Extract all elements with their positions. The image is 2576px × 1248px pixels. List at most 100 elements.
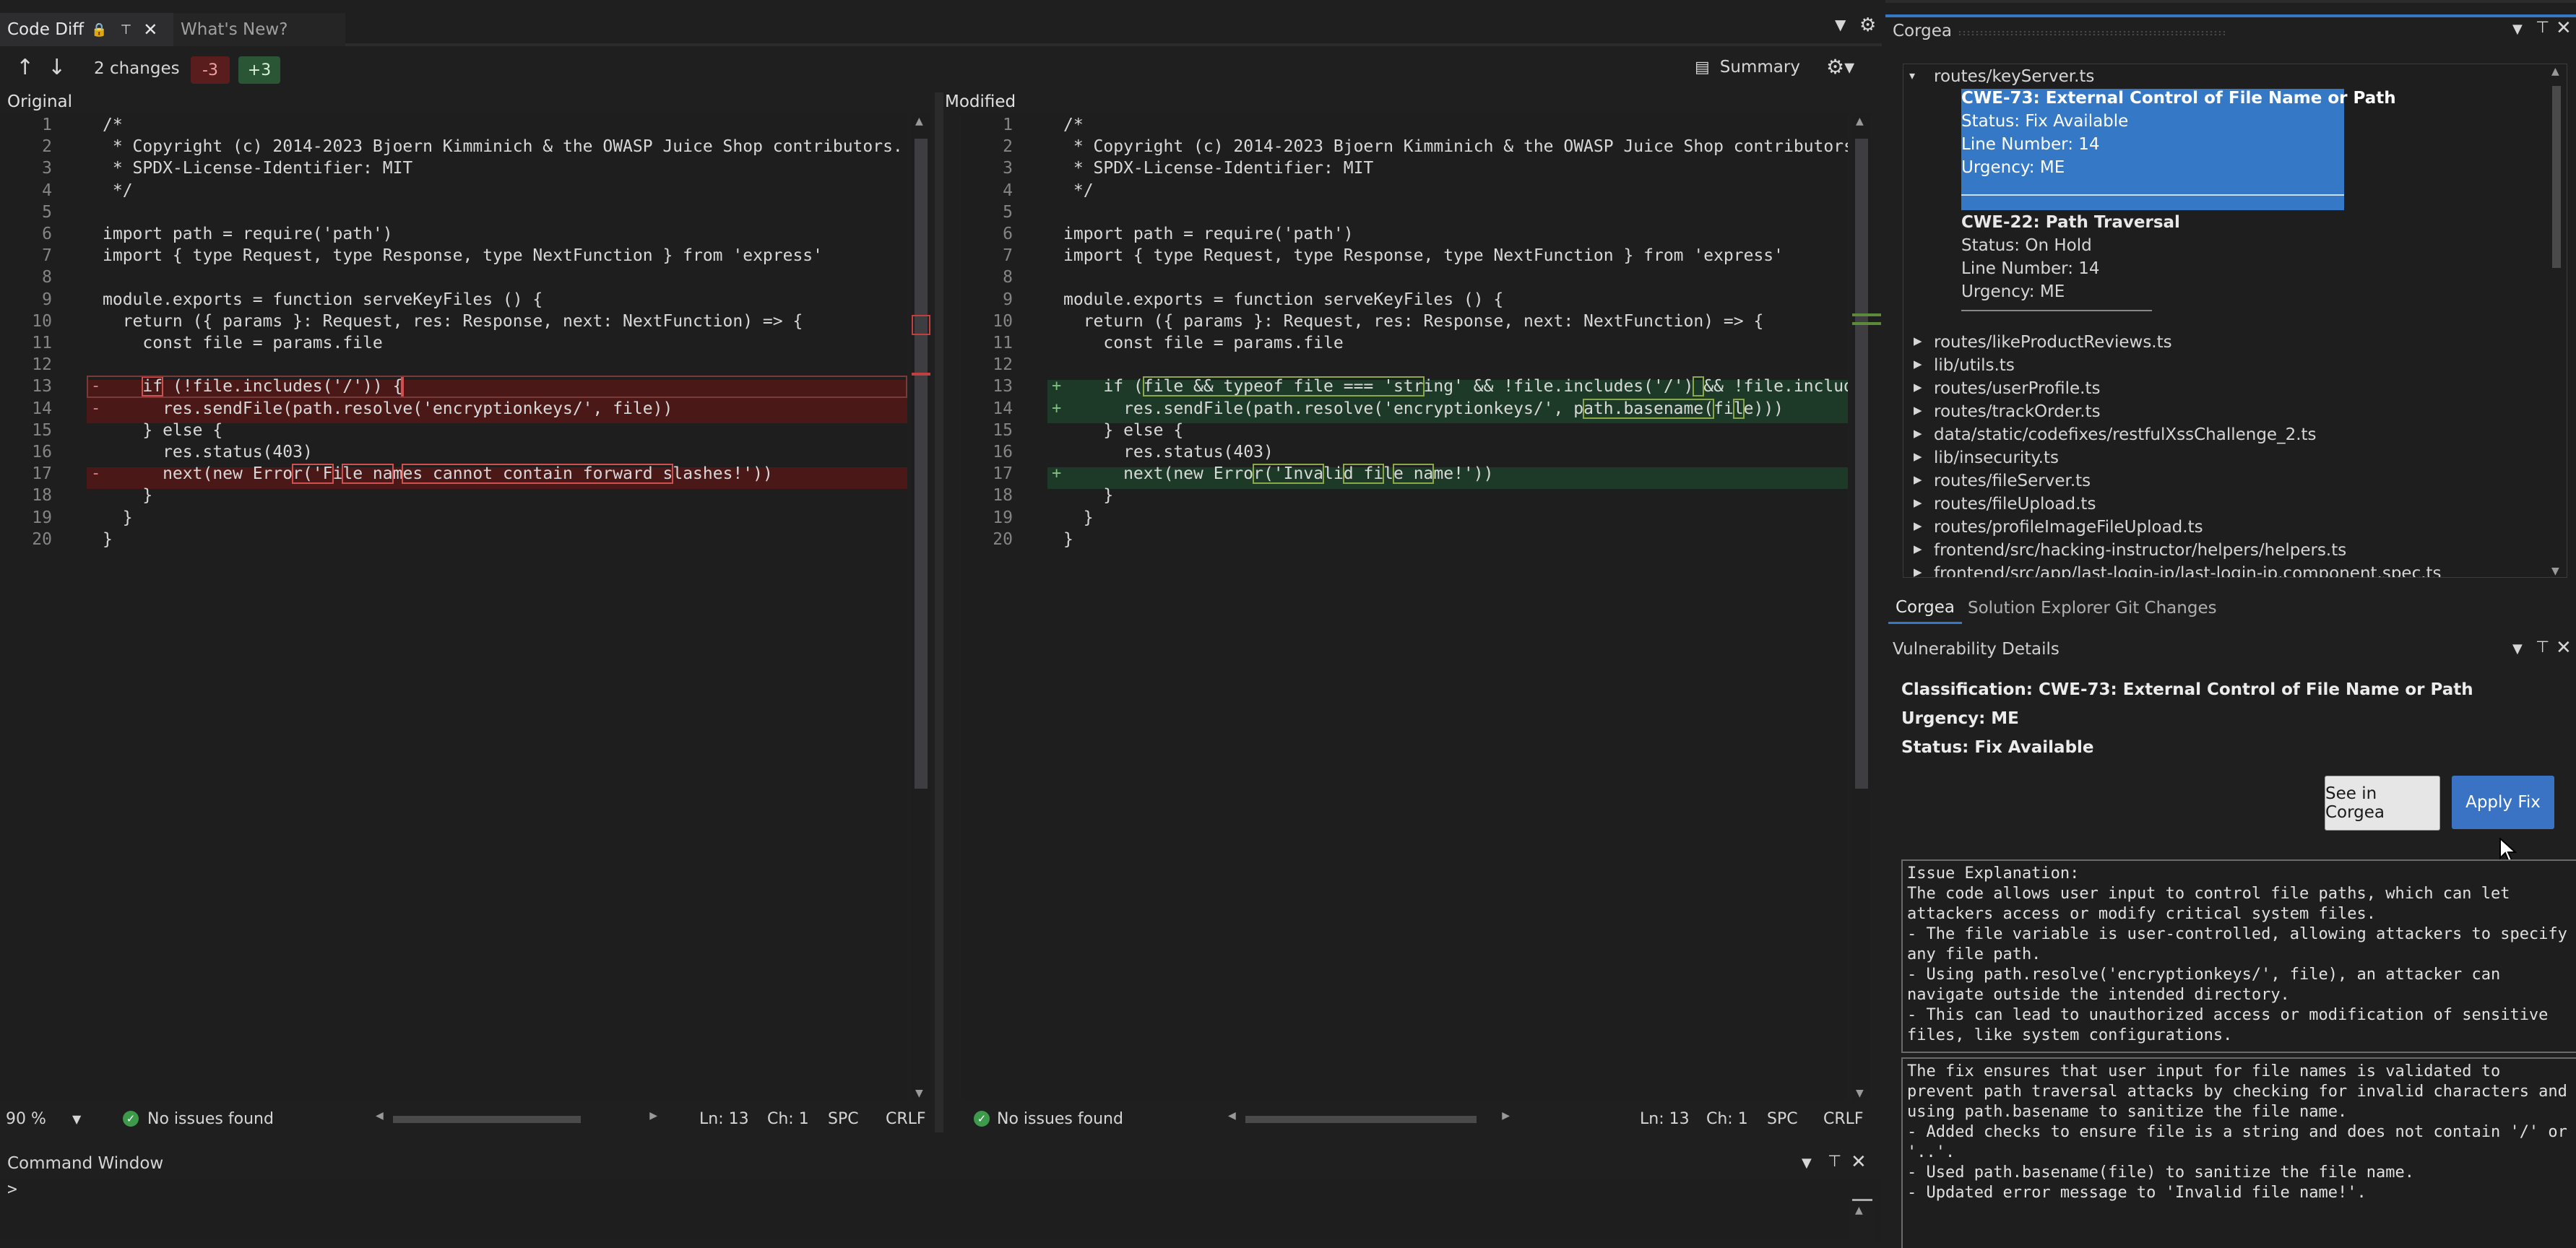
tree-item-file[interactable]: data/static/codefixes/restfulXssChalleng… bbox=[1934, 425, 2317, 444]
tree-expand-icon[interactable]: ▶ bbox=[1914, 519, 1922, 532]
tab-code-diff[interactable]: Code Diff 🔒 ⊤ ✕ bbox=[0, 13, 173, 46]
code-text: return ({ params }: Request, res: Respon… bbox=[1063, 311, 1764, 331]
whitespace-mode[interactable]: SPC bbox=[1767, 1110, 1798, 1128]
tab-whats-new[interactable]: What's New? bbox=[173, 13, 345, 46]
code-line: 18 } bbox=[961, 485, 1848, 506]
fix-description-textbox[interactable]: The fix ensures that user input for file… bbox=[1901, 1057, 2576, 1248]
tree-item-file[interactable]: routes/likeProductReviews.ts bbox=[1934, 333, 2172, 352]
status: Status: Fix Available bbox=[1901, 738, 2094, 757]
pin-icon[interactable]: ⊤ bbox=[1828, 1153, 1841, 1171]
gear-icon[interactable]: ⚙ bbox=[1859, 14, 1876, 36]
tree-item-file[interactable]: routes/fileServer.ts bbox=[1934, 472, 2091, 490]
tab-overflow-icon[interactable]: ▼ bbox=[1835, 16, 1846, 33]
line-ending[interactable]: CRLF bbox=[886, 1110, 926, 1128]
code-text: import path = require('path') bbox=[103, 225, 393, 243]
code-text: } bbox=[103, 486, 153, 506]
code-line: 12 bbox=[0, 354, 907, 376]
zoom-level[interactable]: 90 % bbox=[6, 1110, 46, 1128]
previous-change-button[interactable]: ↑ bbox=[16, 55, 34, 80]
original-vertical-scrollbar[interactable]: ▲ ▼ bbox=[912, 113, 930, 1102]
apply-fix-button[interactable]: Apply Fix bbox=[2452, 776, 2554, 829]
pin-icon[interactable]: ⊤ bbox=[2536, 638, 2549, 656]
chevron-down-icon[interactable]: ▼ bbox=[72, 1112, 81, 1126]
code-line: 4 */ bbox=[961, 180, 1848, 202]
tree-item-file[interactable]: frontend/src/hacking-instructor/helpers/… bbox=[1934, 541, 2346, 560]
code-line: 8 bbox=[0, 266, 907, 288]
close-icon[interactable]: ✕ bbox=[143, 20, 157, 40]
tree-item-file[interactable]: routes/profileImageFileUpload.ts bbox=[1934, 518, 2203, 537]
code-line: 6 import path = require('path') bbox=[961, 223, 1848, 245]
pane-splitter[interactable] bbox=[935, 92, 943, 1132]
vuln-status: Status: On Hold bbox=[1961, 236, 2092, 255]
modified-editor[interactable]: 1 /* 2 * Copyright (c) 2014-2023 Bjoern Ki… bbox=[961, 113, 1848, 1102]
code-line: 17 - next(new Error('File names cannot co… bbox=[0, 463, 907, 485]
tree-expand-icon[interactable]: ▶ bbox=[1914, 566, 1922, 577]
code-line: 11 const file = params.file bbox=[0, 332, 907, 354]
vuln-item-selected[interactable]: CWE-73: External Control of File Name or… bbox=[1961, 89, 2396, 210]
original-status-bar: 90 % ▼ ✓ No issues found ◀ ▶ Ln: 13 Ch: … bbox=[0, 1105, 926, 1132]
tree-vertical-scrollbar[interactable]: ▲ ▼ bbox=[2546, 64, 2567, 577]
see-in-corgea-button[interactable]: See in Corgea bbox=[2325, 776, 2440, 831]
tree-item-file[interactable]: routes/trackOrder.ts bbox=[1934, 402, 2101, 421]
tree-expand-icon[interactable]: ▶ bbox=[1914, 358, 1922, 370]
chevron-down-icon[interactable]: ▼ bbox=[1802, 1156, 1812, 1171]
tree-expand-icon[interactable]: ▶ bbox=[1914, 404, 1922, 417]
pin-icon[interactable]: ⊤ bbox=[121, 22, 132, 38]
tree-expand-icon[interactable]: ▶ bbox=[1914, 473, 1922, 486]
command-prompt: > bbox=[7, 1180, 17, 1199]
lock-icon: 🔒 bbox=[91, 22, 108, 38]
close-icon[interactable]: ✕ bbox=[2556, 637, 2572, 659]
tree-expand-icon[interactable]: ▶ bbox=[1914, 496, 1922, 509]
code-line: 16 res.status(403) bbox=[961, 441, 1848, 463]
code-line: 1 /* bbox=[961, 114, 1848, 136]
tree-item-root-file[interactable]: routes/keyServer.ts bbox=[1934, 67, 2094, 86]
summary-button[interactable]: ▤ Summary bbox=[1695, 58, 1800, 77]
original-editor[interactable]: 1 /* 2 * Copyright (c) 2014-2023 Bjoern Ki… bbox=[0, 113, 907, 1102]
line-number: 12 bbox=[993, 355, 1013, 375]
tree-expand-icon[interactable]: ▶ bbox=[1914, 427, 1922, 440]
divider bbox=[1961, 194, 2344, 196]
pin-icon[interactable]: ⊤ bbox=[2536, 19, 2549, 37]
horizontal-scrollbar[interactable]: ◀ ▶ bbox=[1228, 1110, 1510, 1126]
tree-expand-icon[interactable]: ▶ bbox=[1914, 334, 1922, 347]
vulnerability-tree[interactable]: ▾ routes/keyServer.ts CWE-73: External C… bbox=[1903, 64, 2567, 578]
horizontal-scrollbar[interactable]: ◀ ▶ bbox=[376, 1110, 657, 1126]
added-marker: + bbox=[1052, 464, 1062, 483]
issue-explanation-textbox[interactable]: Issue Explanation: The code allows user … bbox=[1901, 859, 2576, 1053]
line-number: 19 bbox=[32, 508, 52, 527]
close-icon[interactable]: ✕ bbox=[1851, 1151, 1867, 1173]
line-ending[interactable]: CRLF bbox=[1823, 1110, 1864, 1128]
tree-item-file[interactable]: routes/fileUpload.ts bbox=[1934, 495, 2096, 514]
changes-count: 2 changes bbox=[94, 59, 180, 78]
added-marker: + bbox=[1052, 377, 1062, 396]
chevron-down-icon[interactable]: ▼ bbox=[2512, 22, 2523, 37]
chevron-down-icon[interactable]: ▼ bbox=[2512, 641, 2523, 656]
command-window[interactable]: > ▲ bbox=[0, 1179, 1882, 1241]
tab-git-changes[interactable]: Git Changes bbox=[2108, 592, 2224, 624]
vuln-item[interactable]: CWE-22: Path Traversal Status: On Hold L… bbox=[1961, 210, 2344, 326]
code-text: /* bbox=[103, 116, 123, 134]
line-number: Ln: 13 bbox=[699, 1109, 749, 1128]
tree-item-file[interactable]: lib/insecurity.ts bbox=[1934, 448, 2059, 467]
tab-solution-explorer[interactable]: Solution Explorer bbox=[1961, 592, 2117, 624]
tree-expand-icon[interactable]: ▶ bbox=[1914, 542, 1922, 555]
tab-corgea[interactable]: Corgea bbox=[1888, 592, 1963, 624]
code-line: 19 } bbox=[0, 507, 907, 529]
modified-vertical-scrollbar[interactable]: ▲ ▼ bbox=[1852, 113, 1881, 1102]
code-text: module.exports = function serveKeyFiles … bbox=[1063, 290, 1504, 309]
tree-expand-icon[interactable]: ▶ bbox=[1914, 450, 1922, 463]
whitespace-mode[interactable]: SPC bbox=[828, 1110, 859, 1128]
code-line: 14 + res.sendFile(path.resolve('encryptio… bbox=[961, 398, 1848, 420]
tree-expand-icon[interactable]: ▶ bbox=[1914, 381, 1922, 394]
check-icon: ✓ bbox=[974, 1111, 990, 1127]
settings-dropdown-icon[interactable]: ⚙▾ bbox=[1826, 55, 1854, 79]
tree-item-file[interactable]: frontend/src/app/last-login-ip/last-logi… bbox=[1934, 564, 2442, 577]
tree-item-file[interactable]: lib/utils.ts bbox=[1934, 356, 2015, 375]
line-number: 7 bbox=[42, 246, 52, 266]
tree-item-file[interactable]: routes/userProfile.ts bbox=[1934, 379, 2101, 398]
code-text: const file = params.file bbox=[103, 334, 383, 352]
tree-collapse-icon[interactable]: ▾ bbox=[1909, 69, 1915, 82]
close-icon[interactable]: ✕ bbox=[2556, 17, 2572, 39]
line-number: 20 bbox=[32, 529, 52, 549]
next-change-button[interactable]: ↓ bbox=[48, 55, 66, 80]
